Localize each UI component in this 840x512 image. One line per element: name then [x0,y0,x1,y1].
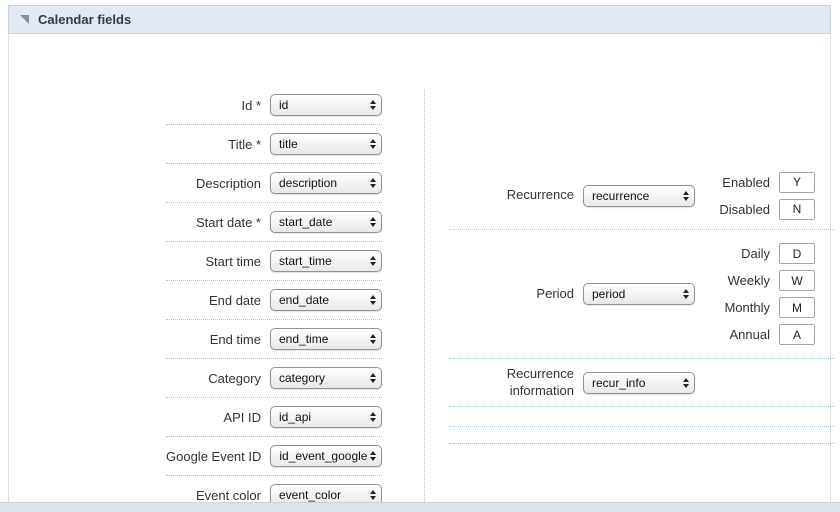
field-label: End date [166,293,261,308]
select-stepper-icon [370,139,376,149]
select-end_date[interactable]: end_date [270,289,382,311]
select-stepper-icon [370,373,376,383]
option-label: Weekly [728,273,770,288]
field-section: Recurrence information recur_info [449,359,835,407]
select-id[interactable]: id [270,94,382,116]
select-start_date[interactable]: start_date [270,211,382,233]
select-period[interactable]: period [583,283,695,305]
panel-footer-bar [0,502,840,512]
option-row: Weekly [724,267,815,294]
field-section: Period period Daily Weekly Monthly Annua… [449,230,835,359]
select-recur_info[interactable]: recur_info [583,372,695,394]
select-value: id_event_google [279,449,367,463]
select-value: event_color [279,488,367,502]
input-monthly[interactable] [779,297,815,318]
input-weekly[interactable] [779,270,815,291]
empty-row [449,407,835,427]
input-disabled[interactable] [779,199,815,220]
select-description[interactable]: description [270,172,382,194]
field-label: End time [166,332,261,347]
field-row: Description description [166,164,382,203]
select-stepper-icon [370,178,376,188]
select-end_time[interactable]: end_time [270,328,382,350]
select-value: period [592,287,680,301]
field-row: End date end_date [166,281,382,320]
option-label: Annual [730,327,770,342]
select-value: description [279,176,367,190]
select-stepper-icon [683,289,689,299]
field-label: Start date * [166,215,261,230]
select-value: end_date [279,293,367,307]
select-value: start_time [279,254,367,268]
select-start_time[interactable]: start_time [270,250,382,272]
field-row: Start date * start_date [166,203,382,242]
field-row: End time end_time [166,320,382,359]
field-row: Category category [166,359,382,398]
select-title[interactable]: title [270,133,382,155]
option-row: Enabled [719,169,815,196]
select-stepper-icon [370,217,376,227]
panel-header[interactable]: Calendar fields [8,5,831,34]
option-label: Enabled [722,175,770,190]
option-label: Monthly [724,300,770,315]
select-value: recur_info [592,376,680,390]
select-id_event_google[interactable]: id_event_google [270,445,382,467]
option-row: Disabled [719,196,815,223]
option-row: Daily [724,240,815,267]
option-label: Daily [741,246,770,261]
select-stepper-icon [683,191,689,201]
right-fields-column: Recurrence recurrence Enabled Disabled P… [449,162,835,444]
select-value: end_time [279,332,367,346]
select-stepper-icon [370,334,376,344]
field-label: Category [166,371,261,386]
select-value: recurrence [592,189,680,203]
input-enabled[interactable] [779,172,815,193]
select-value: id [279,98,367,112]
option-list: Enabled Disabled [719,169,815,223]
field-row: Google Event ID id_event_google [166,437,382,476]
left-fields-column: Id * id Title * title Description descri… [166,86,382,512]
empty-row [449,427,835,444]
select-stepper-icon [370,256,376,266]
select-value: title [279,137,367,151]
select-stepper-icon [370,412,376,422]
column-divider [424,89,425,512]
field-label: Event color [166,488,261,503]
select-stepper-icon [683,378,689,388]
option-label: Disabled [719,202,770,217]
collapse-triangle-icon [20,15,29,24]
select-value: start_date [279,215,367,229]
field-label: Recurrence information [449,366,574,399]
option-row: Annual [724,321,815,348]
option-list: Daily Weekly Monthly Annual [724,240,815,348]
field-label: Title * [166,137,261,152]
select-stepper-icon [370,100,376,110]
option-row: Monthly [724,294,815,321]
panel-title: Calendar fields [38,12,131,27]
field-label: Recurrence [449,187,574,203]
field-label: Period [449,286,574,302]
field-row: API ID id_api [166,398,382,437]
select-recurrence[interactable]: recurrence [583,185,695,207]
field-label: Google Event ID [166,449,261,464]
select-id_api[interactable]: id_api [270,406,382,428]
select-value: id_api [279,410,367,424]
field-label: Start time [166,254,261,269]
select-stepper-icon [370,295,376,305]
field-label: API ID [166,410,261,425]
field-label: Id * [166,98,261,113]
input-annual[interactable] [779,324,815,345]
input-daily[interactable] [779,243,815,264]
select-stepper-icon [370,490,376,500]
select-category[interactable]: category [270,367,382,389]
field-label: Description [166,176,261,191]
field-row: Start time start_time [166,242,382,281]
select-stepper-icon [370,451,376,461]
panel-body: Id * id Title * title Description descri… [8,34,831,502]
field-section: Recurrence recurrence Enabled Disabled [449,162,835,230]
select-value: category [279,371,367,385]
field-row: Id * id [166,86,382,125]
field-row: Title * title [166,125,382,164]
calendar-fields-page: Calendar fields Id * id Title * title De… [0,0,840,512]
